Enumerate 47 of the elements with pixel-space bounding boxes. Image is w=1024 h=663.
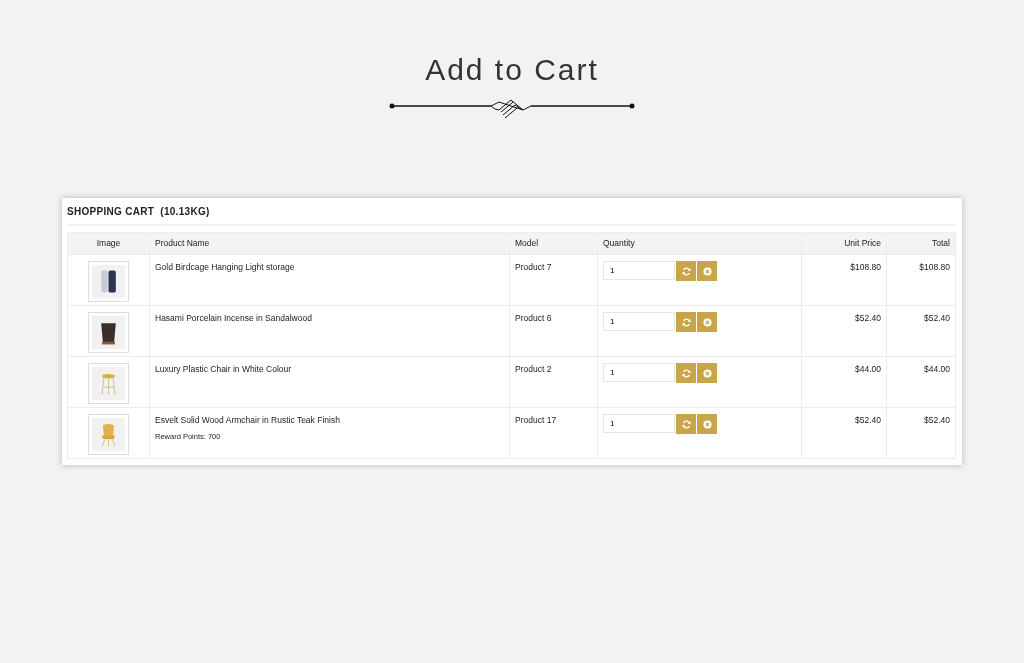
column-header: Total — [886, 232, 956, 255]
remove-button[interactable] — [697, 261, 717, 281]
refresh-icon — [681, 368, 691, 378]
refresh-icon — [681, 419, 691, 429]
quantity-field[interactable]: 1 — [603, 414, 675, 433]
product-image — [88, 363, 129, 404]
cart-title: SHOPPING CART — [67, 205, 155, 219]
total-price: $108.80 — [886, 254, 956, 306]
product-image — [88, 261, 129, 302]
total-price: $52.40 — [886, 407, 956, 459]
unit-price: $44.00 — [801, 356, 887, 408]
column-header: Quantity — [597, 232, 802, 255]
model-cell: Product 17 — [509, 407, 598, 459]
refresh-button[interactable] — [676, 261, 696, 281]
refresh-button[interactable] — [676, 363, 696, 383]
model-cell: Product 6 — [509, 305, 598, 357]
unit-price: $52.40 — [801, 305, 887, 357]
refresh-icon — [681, 266, 691, 276]
column-header: Product Name — [149, 232, 510, 255]
page-title: Add to Cart — [424, 52, 600, 88]
remove-button[interactable] — [697, 414, 717, 434]
refresh-button[interactable] — [676, 414, 696, 434]
cart-weight: (10.13KG) — [160, 205, 210, 219]
column-header: Unit Price — [801, 232, 887, 255]
total-price: $52.40 — [886, 305, 956, 357]
quantity-field[interactable]: 1 — [603, 312, 675, 331]
model-cell: Product 2 — [509, 356, 598, 408]
remove-button[interactable] — [697, 363, 717, 383]
product-image — [88, 312, 129, 353]
ornament-divider-icon — [389, 98, 635, 120]
close-icon — [702, 368, 712, 378]
unit-price: $108.80 — [801, 254, 887, 306]
remove-button[interactable] — [697, 312, 717, 332]
close-icon — [702, 317, 712, 327]
quantity-field[interactable]: 1 — [603, 261, 675, 280]
column-header: Image — [67, 232, 150, 255]
column-header: Model — [509, 232, 598, 255]
refresh-icon — [681, 317, 691, 327]
product-image — [88, 414, 129, 455]
refresh-button[interactable] — [676, 312, 696, 332]
close-icon — [702, 419, 712, 429]
close-icon — [702, 266, 712, 276]
quantity-field[interactable]: 1 — [603, 363, 675, 382]
unit-price: $52.40 — [801, 407, 887, 459]
total-price: $44.00 — [886, 356, 956, 408]
product-name[interactable]: Esvelt Solid Wood Armchair in Rustic Teak Finish — [155, 414, 504, 427]
model-cell: Product 7 — [509, 254, 598, 306]
